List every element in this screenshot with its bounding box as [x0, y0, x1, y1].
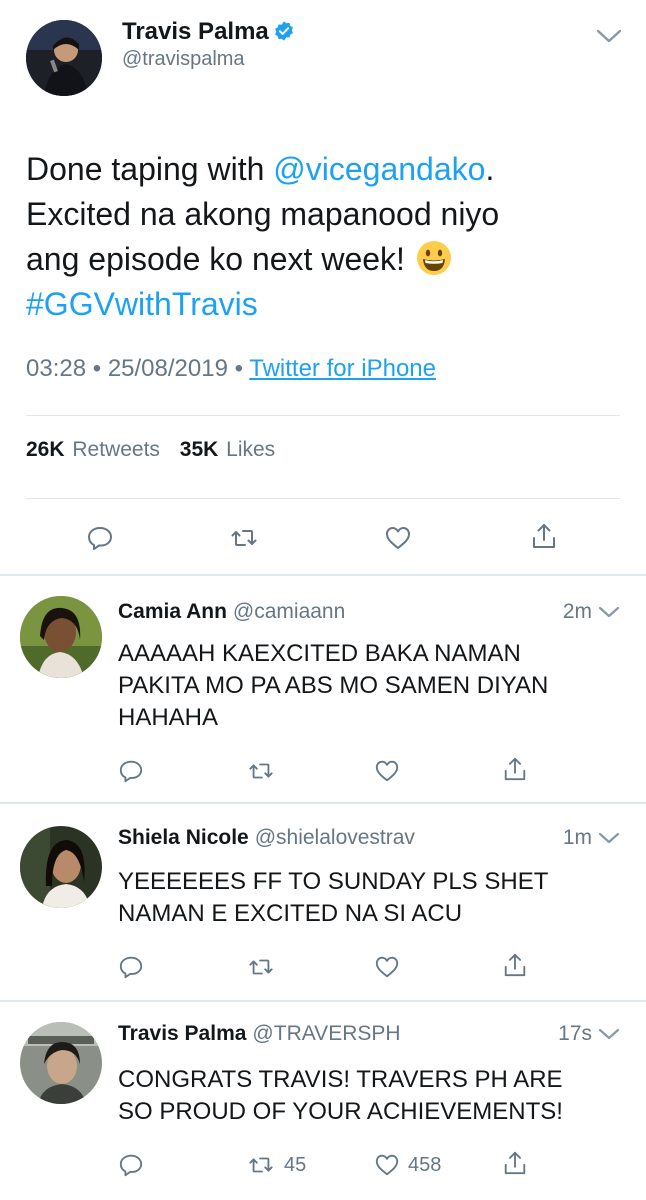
author-name-text: Travis Palma	[122, 18, 269, 45]
reply-text: AAAAAH KAEXCITED BAKA NAMAN PAKITA MO PA…	[118, 638, 618, 734]
reply-author-name[interactable]: Camia Ann	[118, 600, 227, 623]
reply-text: CONGRATS TRAVIS! TRAVERS PH ARE SO PROUD…	[118, 1064, 618, 1128]
retweets-stat[interactable]: 26K Retweets	[26, 438, 174, 461]
tweet-actions	[0, 518, 646, 554]
hashtag-link[interactable]: #GGVwithTravis	[26, 286, 258, 322]
reply-text-line: PAKITA MO PA ABS MO SAMEN DIYAN	[118, 672, 549, 699]
reply-header: Shiela Nicole @shielalovestrav	[118, 826, 415, 850]
share-icon[interactable]	[502, 1150, 528, 1176]
tweet-stats: 26K Retweets 35K Likes	[26, 438, 289, 462]
reply-icon[interactable]	[118, 758, 144, 784]
like-count: 458	[408, 1154, 442, 1176]
like-heart-icon[interactable]	[374, 758, 400, 784]
like-heart-icon[interactable]	[384, 524, 412, 552]
tweet-text-part: .	[485, 151, 495, 187]
reply-header: Travis Palma @TRAVERSPH	[118, 1022, 401, 1046]
chevron-down-icon[interactable]	[598, 605, 620, 619]
avatar[interactable]	[20, 826, 102, 908]
share-icon[interactable]	[530, 522, 558, 550]
reply-author-handle[interactable]: @TRAVERSPH	[252, 1022, 400, 1045]
retweets-count: 26K	[26, 438, 65, 461]
reply-author-handle[interactable]: @shielalovestrav	[255, 826, 415, 849]
reply-text-line: AAAAAH KAEXCITED BAKA NAMAN	[118, 640, 521, 667]
tweet-date: 25/08/2019	[107, 355, 228, 382]
meta-separator: •	[234, 355, 250, 382]
avatar-image	[20, 826, 102, 908]
tweet-text-part: Done taping with	[26, 151, 274, 187]
reply-icon[interactable]	[118, 954, 144, 980]
chevron-down-icon[interactable]	[598, 831, 620, 845]
author-name[interactable]: Travis Palma	[122, 18, 295, 46]
reply-author-name[interactable]: Shiela Nicole	[118, 826, 249, 849]
reply-icon[interactable]	[118, 1152, 144, 1178]
chevron-down-icon[interactable]	[596, 28, 622, 44]
reply-time: 2m	[562, 600, 592, 623]
reply-author-name[interactable]: Travis Palma	[118, 1022, 246, 1045]
tweet-meta: 03:28 • 25/08/2019 • Twitter for iPhone	[26, 355, 436, 383]
grinning-face-emoji-icon	[416, 241, 451, 275]
tweet-time: 03:28	[26, 355, 87, 382]
like-heart-icon[interactable]	[374, 1152, 400, 1178]
reply-text-line: SO PROUD OF YOUR ACHIEVEMENTS!	[118, 1098, 563, 1125]
source-link[interactable]: Twitter for iPhone	[249, 355, 436, 382]
retweet-icon[interactable]	[248, 1152, 274, 1178]
reply-tweet[interactable]: Travis Palma @TRAVERSPH 17s CONGRATS TRAV…	[0, 1002, 646, 1200]
author-handle[interactable]: @travispalma	[122, 48, 245, 71]
reply-tweet[interactable]: Camia Ann @camiaann 2m AAAAAH KAEXCITED B…	[0, 576, 646, 802]
reply-icon[interactable]	[86, 524, 114, 552]
reply-text: YEEEEEES FF TO SUNDAY PLS SHET NAMAN E E…	[118, 866, 618, 930]
reply-text-line: YEEEEEES FF TO SUNDAY PLS SHET	[118, 868, 549, 895]
tweet-text: Done taping with @vicegandako. Excited n…	[26, 147, 622, 327]
avatar[interactable]	[26, 20, 102, 96]
reply-time: 17s	[558, 1022, 592, 1045]
reply-tweet[interactable]: Shiela Nicole @shielalovestrav 1m YEEEEEE…	[0, 804, 646, 1000]
avatar-image	[20, 596, 102, 678]
reply-author-handle[interactable]: @camiaann	[233, 600, 345, 623]
share-icon[interactable]	[502, 756, 528, 782]
avatar[interactable]	[20, 596, 102, 678]
retweet-count: 45	[284, 1154, 307, 1176]
reply-time: 1m	[562, 826, 592, 849]
like-heart-icon[interactable]	[374, 954, 400, 980]
reply-text-line: HAHAHA	[118, 704, 219, 731]
divider	[26, 415, 620, 416]
reply-text-line: NAMAN E EXCITED NA SI ACU	[118, 900, 463, 927]
share-icon[interactable]	[502, 952, 528, 978]
avatar-image	[20, 1022, 102, 1104]
main-tweet: Travis Palma @travispalma Done taping wi…	[0, 0, 646, 575]
avatar[interactable]	[20, 1022, 102, 1104]
likes-label: Likes	[226, 438, 276, 461]
likes-stat[interactable]: 35K Likes	[180, 438, 289, 461]
mention-link[interactable]: @vicegandako	[273, 151, 485, 187]
retweets-label: Retweets	[72, 438, 160, 461]
avatar-image	[26, 20, 102, 96]
verified-badge-icon	[274, 21, 293, 41]
tweet-text-line: Excited na akong mapanood niyo	[26, 196, 500, 232]
retweet-icon[interactable]	[248, 758, 274, 784]
reply-text-line: CONGRATS TRAVIS! TRAVERS PH ARE	[118, 1066, 563, 1093]
chevron-down-icon[interactable]	[598, 1027, 620, 1041]
retweet-icon[interactable]	[248, 954, 274, 980]
divider	[26, 498, 620, 499]
reply-header: Camia Ann @camiaann	[118, 600, 345, 624]
meta-separator: •	[92, 355, 108, 382]
retweet-icon[interactable]	[230, 524, 258, 552]
tweet-text-line: ang episode ko next week!	[26, 241, 405, 277]
likes-count: 35K	[179, 438, 219, 461]
